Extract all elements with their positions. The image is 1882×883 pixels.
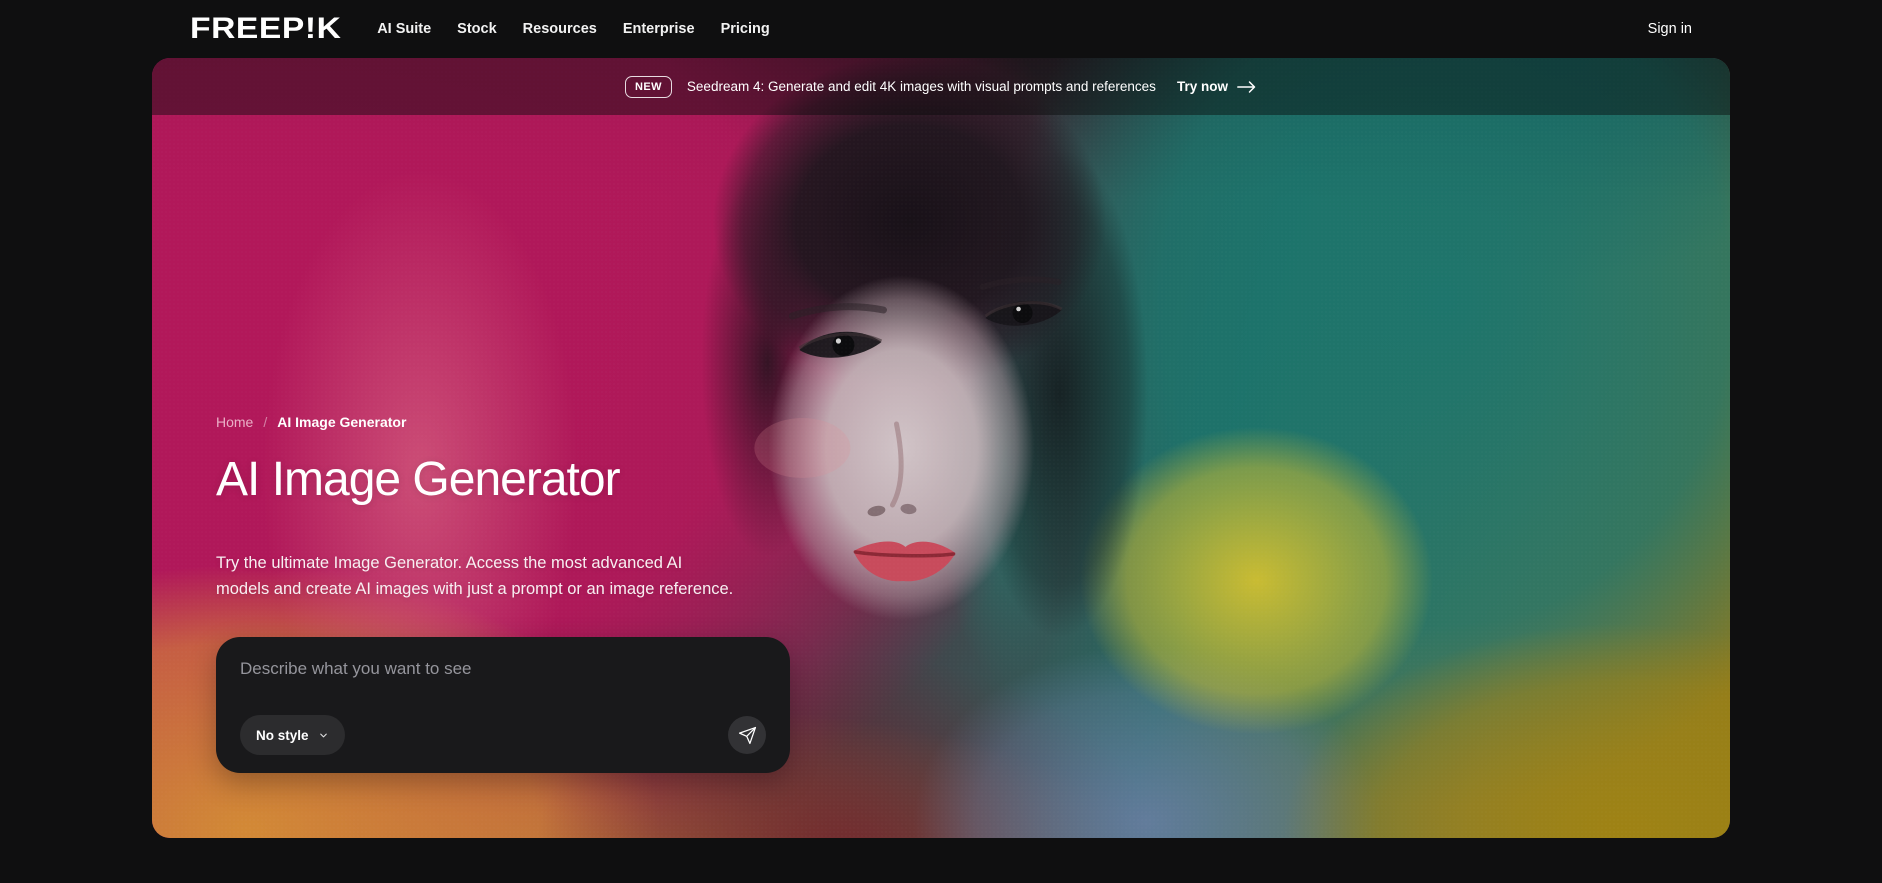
nav-resources[interactable]: Resources <box>523 21 597 37</box>
hero-content: Home / AI Image Generator AI Image Gener… <box>152 58 1730 838</box>
chevron-down-icon <box>318 730 329 741</box>
description-line-2: models and create AI images with just a … <box>216 576 733 602</box>
nav-enterprise[interactable]: Enterprise <box>623 21 695 37</box>
prompt-card-controls: No style <box>240 715 766 755</box>
style-selector-button[interactable]: No style <box>240 715 345 755</box>
main-nav: AI Suite Stock Resources Enterprise Pric… <box>377 21 770 37</box>
hero-section: NEW Seedream 4: Generate and edit 4K ima… <box>152 58 1730 838</box>
prompt-input[interactable] <box>240 659 766 703</box>
style-selector-label: No style <box>256 728 309 743</box>
breadcrumb-home[interactable]: Home <box>216 414 253 430</box>
top-navigation-bar: FREEP!K AI Suite Stock Resources Enterpr… <box>0 0 1882 58</box>
breadcrumb-current: AI Image Generator <box>277 414 406 430</box>
try-now-link[interactable]: Try now <box>1177 79 1257 94</box>
arrow-right-icon <box>1237 80 1257 94</box>
try-now-label: Try now <box>1177 79 1228 94</box>
send-button[interactable] <box>728 716 766 754</box>
breadcrumb-separator: / <box>263 414 267 430</box>
banner-text: Seedream 4: Generate and edit 4K images … <box>687 79 1156 94</box>
nav-stock[interactable]: Stock <box>457 21 497 37</box>
send-icon <box>738 726 757 745</box>
page-title: AI Image Generator <box>216 452 620 507</box>
description-line-1: Try the ultimate Image Generator. Access… <box>216 550 733 576</box>
page: FREEP!K AI Suite Stock Resources Enterpr… <box>0 0 1882 838</box>
page-description: Try the ultimate Image Generator. Access… <box>216 550 733 602</box>
announcement-banner: NEW Seedream 4: Generate and edit 4K ima… <box>152 58 1730 115</box>
breadcrumb: Home / AI Image Generator <box>216 414 406 430</box>
freepik-logo[interactable]: FREEP!K <box>190 12 341 46</box>
nav-pricing[interactable]: Pricing <box>721 21 770 37</box>
sign-in-link[interactable]: Sign in <box>1648 21 1692 37</box>
prompt-input-card: No style <box>216 637 790 773</box>
new-badge: NEW <box>625 76 672 98</box>
nav-ai-suite[interactable]: AI Suite <box>377 21 431 37</box>
